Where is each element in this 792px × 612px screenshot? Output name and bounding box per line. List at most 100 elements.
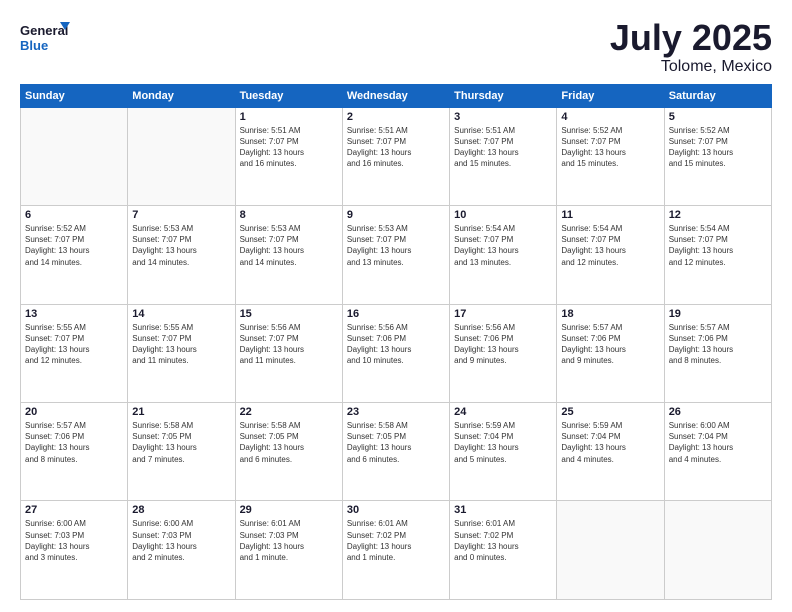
day-info: Sunrise: 5:51 AM Sunset: 7:07 PM Dayligh…: [240, 125, 338, 170]
day-info: Sunrise: 5:58 AM Sunset: 7:05 PM Dayligh…: [132, 420, 230, 465]
table-row: 30 Sunrise: 6:01 AM Sunset: 7:02 PM Dayli…: [342, 501, 449, 600]
day-number: 30: [347, 504, 445, 516]
day-number: 5: [669, 111, 767, 123]
col-friday: Friday: [557, 84, 664, 107]
day-number: 13: [25, 308, 123, 320]
calendar-body: 1 Sunrise: 5:51 AM Sunset: 7:07 PM Daylig…: [21, 107, 772, 599]
day-info: Sunrise: 5:59 AM Sunset: 7:04 PM Dayligh…: [454, 420, 552, 465]
day-info: Sunrise: 5:52 AM Sunset: 7:07 PM Dayligh…: [561, 125, 659, 170]
day-info: Sunrise: 5:54 AM Sunset: 7:07 PM Dayligh…: [561, 223, 659, 268]
day-number: 1: [240, 111, 338, 123]
title-block: July 2025 Tolome, Mexico: [610, 18, 772, 76]
table-row: 4 Sunrise: 5:52 AM Sunset: 7:07 PM Daylig…: [557, 107, 664, 205]
day-number: 21: [132, 406, 230, 418]
day-info: Sunrise: 5:54 AM Sunset: 7:07 PM Dayligh…: [454, 223, 552, 268]
table-row: 3 Sunrise: 5:51 AM Sunset: 7:07 PM Daylig…: [450, 107, 557, 205]
table-row: 6Sunrise: 5:52 AM Sunset: 7:07 PM Daylig…: [21, 206, 128, 304]
table-row: 22 Sunrise: 5:58 AM Sunset: 7:05 PM Dayli…: [235, 403, 342, 501]
page: General Blue July 2025 Tolome, Mexico Su…: [0, 0, 792, 612]
table-row: [128, 107, 235, 205]
col-saturday: Saturday: [664, 84, 771, 107]
day-info: Sunrise: 6:00 AM Sunset: 7:03 PM Dayligh…: [132, 518, 230, 563]
table-row: 11 Sunrise: 5:54 AM Sunset: 7:07 PM Dayli…: [557, 206, 664, 304]
month-title: July 2025: [610, 18, 772, 58]
day-number: 22: [240, 406, 338, 418]
table-row: 12 Sunrise: 5:54 AM Sunset: 7:07 PM Dayli…: [664, 206, 771, 304]
day-info: Sunrise: 5:52 AM Sunset: 7:07 PM Dayligh…: [669, 125, 767, 170]
day-number: 7: [132, 209, 230, 221]
table-row: 29 Sunrise: 6:01 AM Sunset: 7:03 PM Dayli…: [235, 501, 342, 600]
day-number: 10: [454, 209, 552, 221]
day-info: Sunrise: 6:01 AM Sunset: 7:03 PM Dayligh…: [240, 518, 338, 563]
day-number: 9: [347, 209, 445, 221]
table-row: 27Sunrise: 6:00 AM Sunset: 7:03 PM Dayli…: [21, 501, 128, 600]
table-row: [664, 501, 771, 600]
header: General Blue July 2025 Tolome, Mexico: [20, 18, 772, 76]
day-number: 12: [669, 209, 767, 221]
table-row: 18 Sunrise: 5:57 AM Sunset: 7:06 PM Dayli…: [557, 304, 664, 402]
day-number: 14: [132, 308, 230, 320]
table-row: 21 Sunrise: 5:58 AM Sunset: 7:05 PM Dayli…: [128, 403, 235, 501]
day-info: Sunrise: 5:58 AM Sunset: 7:05 PM Dayligh…: [240, 420, 338, 465]
table-row: 20Sunrise: 5:57 AM Sunset: 7:06 PM Dayli…: [21, 403, 128, 501]
table-row: [21, 107, 128, 205]
day-number: 26: [669, 406, 767, 418]
table-row: 16 Sunrise: 5:56 AM Sunset: 7:06 PM Dayli…: [342, 304, 449, 402]
col-tuesday: Tuesday: [235, 84, 342, 107]
day-number: 2: [347, 111, 445, 123]
day-info: Sunrise: 6:01 AM Sunset: 7:02 PM Dayligh…: [347, 518, 445, 563]
day-number: 4: [561, 111, 659, 123]
day-number: 27: [25, 504, 123, 516]
table-row: 8Sunrise: 5:53 AM Sunset: 7:07 PM Daylig…: [235, 206, 342, 304]
calendar-header-row: Sunday Monday Tuesday Wednesday Thursday…: [21, 84, 772, 107]
day-number: 11: [561, 209, 659, 221]
day-info: Sunrise: 5:57 AM Sunset: 7:06 PM Dayligh…: [561, 322, 659, 367]
day-number: 6: [25, 209, 123, 221]
day-info: Sunrise: 5:54 AM Sunset: 7:07 PM Dayligh…: [669, 223, 767, 268]
table-row: 23 Sunrise: 5:58 AM Sunset: 7:05 PM Dayli…: [342, 403, 449, 501]
table-row: 9Sunrise: 5:53 AM Sunset: 7:07 PM Daylig…: [342, 206, 449, 304]
day-number: 23: [347, 406, 445, 418]
table-row: 19 Sunrise: 5:57 AM Sunset: 7:06 PM Dayli…: [664, 304, 771, 402]
day-info: Sunrise: 5:51 AM Sunset: 7:07 PM Dayligh…: [347, 125, 445, 170]
table-row: 1 Sunrise: 5:51 AM Sunset: 7:07 PM Daylig…: [235, 107, 342, 205]
calendar-week-row: 20Sunrise: 5:57 AM Sunset: 7:06 PM Dayli…: [21, 403, 772, 501]
table-row: 15 Sunrise: 5:56 AM Sunset: 7:07 PM Dayli…: [235, 304, 342, 402]
day-number: 16: [347, 308, 445, 320]
calendar-week-row: 6Sunrise: 5:52 AM Sunset: 7:07 PM Daylig…: [21, 206, 772, 304]
day-info: Sunrise: 6:01 AM Sunset: 7:02 PM Dayligh…: [454, 518, 552, 563]
location: Tolome, Mexico: [610, 58, 772, 76]
col-wednesday: Wednesday: [342, 84, 449, 107]
day-info: Sunrise: 5:51 AM Sunset: 7:07 PM Dayligh…: [454, 125, 552, 170]
day-number: 18: [561, 308, 659, 320]
table-row: 13 Sunrise: 5:55 AM Sunset: 7:07 PM Dayli…: [21, 304, 128, 402]
day-number: 19: [669, 308, 767, 320]
table-row: [557, 501, 664, 600]
logo-svg: General Blue: [20, 18, 70, 56]
table-row: 17Sunrise: 5:56 AM Sunset: 7:06 PM Dayli…: [450, 304, 557, 402]
calendar-table: Sunday Monday Tuesday Wednesday Thursday…: [20, 84, 772, 600]
day-info: Sunrise: 5:53 AM Sunset: 7:07 PM Dayligh…: [132, 223, 230, 268]
day-info: Sunrise: 5:57 AM Sunset: 7:06 PM Dayligh…: [25, 420, 123, 465]
svg-text:Blue: Blue: [20, 38, 48, 53]
svg-text:General: General: [20, 23, 68, 38]
day-info: Sunrise: 6:00 AM Sunset: 7:04 PM Dayligh…: [669, 420, 767, 465]
table-row: 28Sunrise: 6:00 AM Sunset: 7:03 PM Dayli…: [128, 501, 235, 600]
day-info: Sunrise: 5:56 AM Sunset: 7:07 PM Dayligh…: [240, 322, 338, 367]
day-info: Sunrise: 5:56 AM Sunset: 7:06 PM Dayligh…: [347, 322, 445, 367]
day-number: 24: [454, 406, 552, 418]
table-row: 31 Sunrise: 6:01 AM Sunset: 7:02 PM Dayli…: [450, 501, 557, 600]
day-number: 15: [240, 308, 338, 320]
table-row: 24 Sunrise: 5:59 AM Sunset: 7:04 PM Dayli…: [450, 403, 557, 501]
day-info: Sunrise: 5:58 AM Sunset: 7:05 PM Dayligh…: [347, 420, 445, 465]
day-info: Sunrise: 5:55 AM Sunset: 7:07 PM Dayligh…: [132, 322, 230, 367]
day-info: Sunrise: 5:53 AM Sunset: 7:07 PM Dayligh…: [240, 223, 338, 268]
day-number: 3: [454, 111, 552, 123]
day-info: Sunrise: 5:59 AM Sunset: 7:04 PM Dayligh…: [561, 420, 659, 465]
day-number: 31: [454, 504, 552, 516]
day-info: Sunrise: 5:57 AM Sunset: 7:06 PM Dayligh…: [669, 322, 767, 367]
day-number: 29: [240, 504, 338, 516]
day-info: Sunrise: 5:56 AM Sunset: 7:06 PM Dayligh…: [454, 322, 552, 367]
table-row: 10 Sunrise: 5:54 AM Sunset: 7:07 PM Dayli…: [450, 206, 557, 304]
day-info: Sunrise: 5:55 AM Sunset: 7:07 PM Dayligh…: [25, 322, 123, 367]
